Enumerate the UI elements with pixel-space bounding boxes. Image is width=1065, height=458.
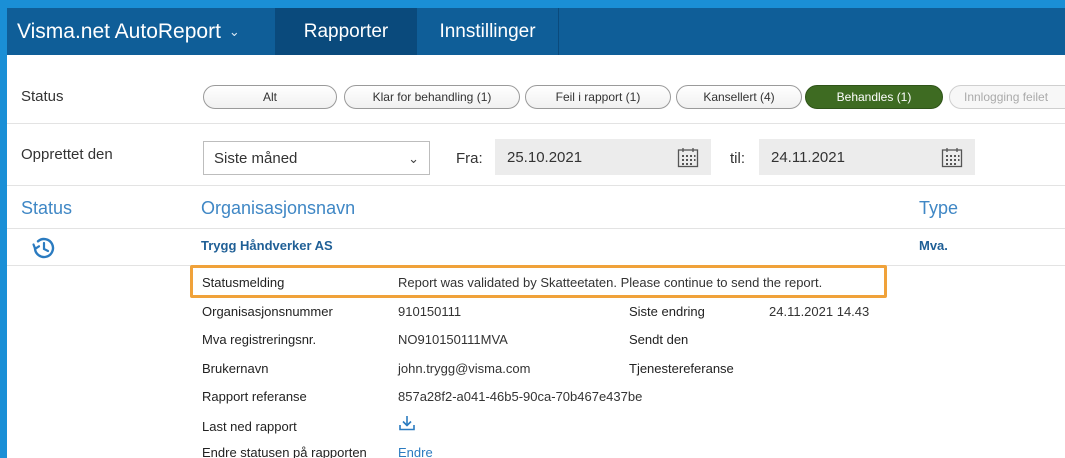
table-row[interactable]: Trygg Håndverker AS Mva.	[7, 229, 1065, 266]
statusmelding-value: Report was validated by Skatteetaten. Pl…	[398, 275, 823, 290]
chevron-down-icon: ⌄	[408, 151, 419, 166]
created-label: Opprettet den	[21, 146, 113, 163]
mva-label: Mva registreringsnr.	[202, 332, 317, 347]
to-date-input[interactable]: 24.11.2021	[759, 139, 975, 175]
filter-pill-all[interactable]: Alt	[203, 85, 337, 109]
last-change-value: 24.11.2021 14.43	[769, 304, 870, 319]
chevron-down-icon: ⌄	[228, 23, 240, 39]
tab-rapporter[interactable]: Rapporter	[275, 8, 417, 55]
last-change-label: Siste endring	[629, 304, 705, 319]
to-label: til:	[730, 150, 745, 167]
tab-innstillinger[interactable]: Innstillinger	[417, 8, 559, 55]
column-header-org[interactable]: Organisasjonsnavn	[201, 198, 355, 219]
calendar-icon[interactable]	[941, 147, 963, 168]
filter-pill-cancelled[interactable]: Kansellert (4)	[676, 85, 802, 109]
user-value: john.trygg@visma.com	[398, 361, 531, 376]
app-window: Visma.net AutoReport ⌄ Rapporter Innstil…	[7, 8, 1065, 458]
from-date-value: 25.10.2021	[507, 148, 583, 166]
from-label: Fra:	[456, 150, 483, 167]
filter-pill-processing[interactable]: Behandles (1)	[805, 85, 943, 109]
statusmelding-label: Statusmelding	[202, 275, 285, 290]
report-type: Mva.	[919, 238, 948, 253]
orgnr-label: Organisasjonsnummer	[202, 304, 333, 319]
column-header-type[interactable]: Type	[919, 198, 958, 219]
app-title: Visma.net AutoReport	[17, 19, 221, 43]
filter-pill-login-failed: Innlogging feilet	[949, 85, 1065, 109]
from-date-input[interactable]: 25.10.2021	[495, 139, 711, 175]
status-filter-label: Status	[21, 88, 64, 105]
download-label: Last ned rapport	[202, 419, 297, 434]
period-select-value: Siste måned	[214, 149, 298, 167]
app-switcher[interactable]: Visma.net AutoReport ⌄	[7, 8, 275, 55]
ref-value: 857a28f2-a041-46b5-90ca-70b467e437be	[398, 389, 643, 404]
sent-label: Sendt den	[629, 332, 689, 347]
ref-label: Rapport referanse	[202, 389, 307, 404]
period-select[interactable]: Siste måned ⌄	[203, 141, 430, 175]
filter-pill-error[interactable]: Feil i rapport (1)	[525, 85, 671, 109]
service-ref-label: Tjenestereferanse	[629, 361, 734, 376]
to-date-value: 24.11.2021	[771, 148, 845, 166]
user-label: Brukernavn	[202, 361, 269, 376]
change-status-link[interactable]: Endre	[398, 445, 433, 458]
download-icon[interactable]	[398, 414, 416, 432]
orgnr-value: 910150111	[398, 304, 462, 319]
history-clock-icon	[32, 237, 55, 259]
change-status-label: Endre statusen på rapporten	[202, 445, 367, 458]
created-filter-row: Opprettet den Siste måned ⌄ Fra: 25.10.2…	[7, 124, 1065, 186]
column-header-status[interactable]: Status	[21, 198, 72, 219]
top-navigation: Visma.net AutoReport ⌄ Rapporter Innstil…	[7, 8, 1065, 55]
filter-pill-ready[interactable]: Klar for behandling (1)	[344, 85, 520, 109]
mva-value: NO910150111MVA	[398, 332, 508, 347]
calendar-icon[interactable]	[677, 147, 699, 168]
status-filter-row: Status Alt Klar for behandling (1) Feil …	[7, 70, 1065, 124]
org-name[interactable]: Trygg Håndverker AS	[201, 238, 333, 253]
